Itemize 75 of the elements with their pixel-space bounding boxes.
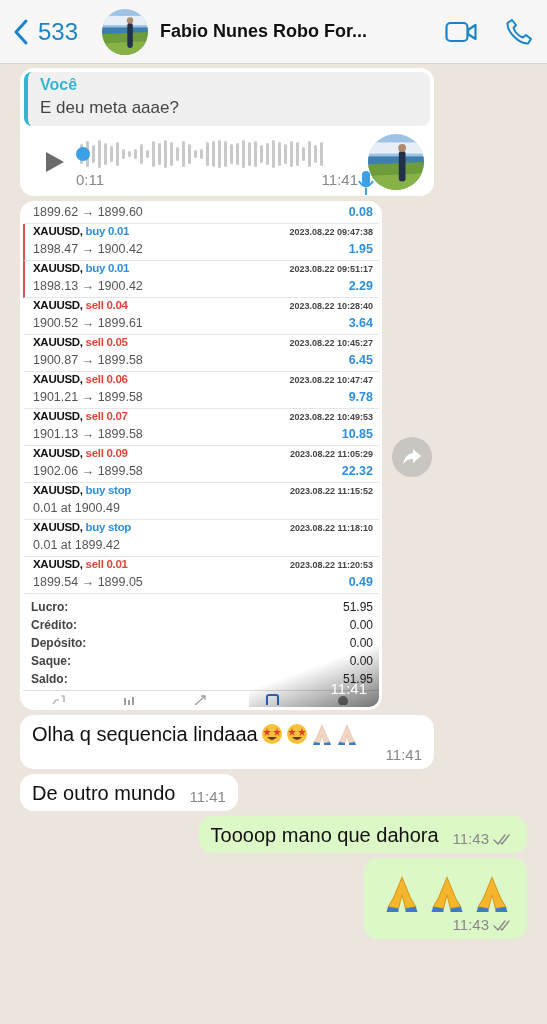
summary-label: Crédito: (31, 618, 77, 632)
trade-time: 2023.08.22 10:49:53 (289, 412, 373, 422)
trade-symbol: XAUUSD, sell 0.06 (33, 373, 128, 385)
trade-profit: 0.08 (348, 205, 373, 219)
tab-icon[interactable] (264, 693, 280, 705)
microphone-icon (358, 170, 374, 196)
trade-profit: 2.29 (348, 279, 373, 293)
trade-symbol: XAUUSD, sell 0.05 (33, 336, 128, 348)
phone-call-icon[interactable] (505, 17, 533, 46)
message-text: Olha q sequencia lindaaa (32, 723, 258, 745)
trade-prices: 1899.62 → 1899.60 (33, 205, 143, 219)
message-time: 11:43 (452, 916, 489, 933)
trade-symbol: XAUUSD, sell 0.09 (33, 447, 128, 459)
trade-symbol: XAUUSD, buy stop (33, 521, 132, 533)
trade-symbol: XAUUSD, sell 0.07 (33, 410, 128, 422)
summary-label: Lucro: (31, 600, 69, 614)
chart-icon[interactable] (51, 693, 67, 705)
summary-label: Saque: (31, 654, 71, 668)
trade-time: 2023.08.22 09:47:38 (289, 227, 373, 237)
summary-value: 0.00 (349, 654, 373, 668)
trade-time: 2023.08.22 09:51:17 (289, 264, 373, 274)
audio-duration: 0:11 (76, 170, 105, 188)
trade-prices: 1898.13 → 1900.42 (33, 279, 143, 293)
trade-profit: 3.64 (348, 316, 373, 330)
back-icon (14, 18, 28, 45)
trade-profit: 9.78 (348, 390, 373, 404)
folded-hands-icon (310, 723, 333, 745)
contact-name[interactable]: Fabio Nunes Robo For... (160, 21, 368, 42)
trade-symbol: XAUUSD, buy 0.01 (33, 225, 130, 237)
trade-symbol: XAUUSD, sell 0.04 (33, 299, 128, 311)
message-text: Toooop mano que dahora (210, 824, 439, 847)
trade-prices: 1900.52 → 1899.61 (33, 316, 143, 330)
summary-value: 51.95 (342, 600, 373, 614)
summary-value: 0.00 (349, 618, 373, 632)
trade-time: 2023.08.22 10:45:27 (289, 338, 373, 348)
message-time: 11:41 (189, 788, 226, 805)
message-time: 11:43 (452, 830, 489, 847)
back-button[interactable]: 533 (14, 17, 79, 46)
message-time: 11:41 (385, 746, 422, 763)
summary-label: Depósito: (31, 636, 87, 650)
trade-profit: 6.45 (348, 353, 373, 367)
summary-value: 0.00 (349, 636, 373, 650)
trade-profit: 1.95 (348, 242, 373, 256)
trade-profit: 22.32 (341, 464, 373, 478)
play-icon[interactable] (44, 150, 66, 174)
trade-time: 2023.08.22 10:47:47 (289, 375, 373, 385)
trend-icon[interactable] (193, 693, 209, 705)
quote-text: E deu meta aaae? (40, 98, 180, 118)
share-arrow-icon (402, 448, 422, 466)
summary-label: Saldo: (31, 672, 68, 686)
folded-hands-icon (335, 723, 358, 745)
trade-time: 2023.08.22 11:18:10 (289, 523, 373, 533)
trade-time: 2023.08.22 11:15:52 (289, 486, 373, 496)
trade-time: 2023.08.22 11:20:53 (289, 560, 373, 570)
quote-author: Você (40, 76, 79, 94)
trade-prices: 1901.13 → 1899.58 (33, 427, 143, 441)
message-time: 11:41 (321, 170, 358, 188)
star-eyes-face-icon (285, 723, 308, 745)
trade-prices: 1898.47 → 1900.42 (33, 242, 143, 256)
trade-symbol: XAUUSD, buy 0.01 (33, 262, 130, 274)
progress-thumb[interactable] (76, 146, 90, 161)
trade-profit: 10.85 (341, 427, 373, 441)
message-text: De outro mundo (32, 782, 176, 805)
star-eyes-face-icon (260, 723, 283, 745)
trade-prices: 1899.54 → 1899.05 (33, 575, 143, 589)
trade-symbol: XAUUSD, sell 0.01 (33, 558, 128, 570)
trade-prices: 0.01 at 1900.49 (33, 501, 120, 515)
trade-prices: 1902.06 → 1899.58 (33, 464, 143, 478)
trade-prices: 1901.21 → 1899.58 (33, 390, 143, 404)
trade-prices: 0.01 at 1899.42 (33, 538, 120, 552)
trade-profit: 0.49 (348, 575, 373, 589)
trade-time: 2023.08.22 11:05:29 (289, 449, 373, 459)
trade-prices: 1900.87 → 1899.58 (33, 353, 143, 367)
trade-time: 2023.08.22 10:28:40 (289, 301, 373, 311)
trade-symbol: XAUUSD, buy stop (33, 484, 132, 496)
